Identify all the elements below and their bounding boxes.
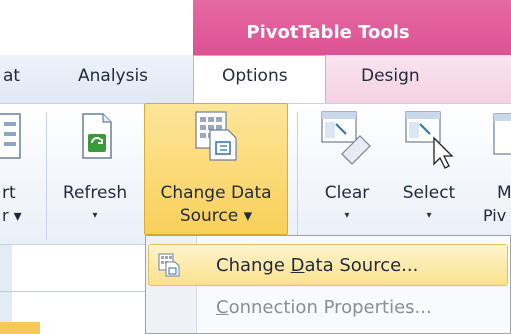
change-data-source-label: Change Data (160, 183, 272, 203)
clear-label: Clear (324, 183, 370, 203)
clear-dropdown-arrow: ▾ (344, 210, 350, 221)
partial-button-label[interactable]: rt (2, 183, 16, 203)
change-data-source-icon (192, 110, 244, 164)
move-pivottable-label2[interactable]: Piv (483, 206, 506, 225)
group-separator (46, 112, 47, 240)
label-post: onnection Properties... (228, 297, 432, 318)
menu-item-connection-properties-label: Connection Properties... (216, 297, 432, 318)
partial-button-icon (0, 112, 24, 162)
change-data-source-small-icon (158, 253, 182, 277)
refresh-dropdown-arrow: ▾ (92, 210, 98, 221)
tab-format-partial[interactable]: at (3, 66, 20, 86)
tab-analysis[interactable]: Analysis (78, 66, 148, 86)
select-label: Select (402, 183, 456, 203)
refresh-label: Refresh (62, 183, 128, 203)
tab-options[interactable]: Options (222, 66, 288, 86)
change-data-source-label2: Source ▾ (179, 206, 253, 226)
label-pre: Change (216, 255, 291, 276)
select-icon (404, 110, 456, 170)
menu-item-change-data-source-label: Change Data Source... (216, 255, 418, 276)
label-post: ata Source... (304, 255, 419, 276)
accelerator-key: C (216, 297, 229, 318)
tab-design[interactable]: Design (361, 66, 420, 86)
contextual-group-title: PivotTable Tools (246, 22, 410, 43)
left-strip (0, 245, 12, 334)
refresh-icon (79, 112, 115, 162)
partial-button-label2[interactable]: r ▾ (2, 206, 22, 225)
clear-icon (320, 110, 376, 166)
move-pivottable-icon (488, 112, 511, 162)
accelerator-key: D (290, 255, 305, 276)
select-dropdown-arrow: ▾ (426, 210, 432, 221)
group-separator (297, 112, 298, 240)
move-pivottable-label[interactable]: M (497, 183, 511, 203)
selected-cell-edge (0, 322, 40, 334)
formula-bar-border (0, 291, 145, 292)
